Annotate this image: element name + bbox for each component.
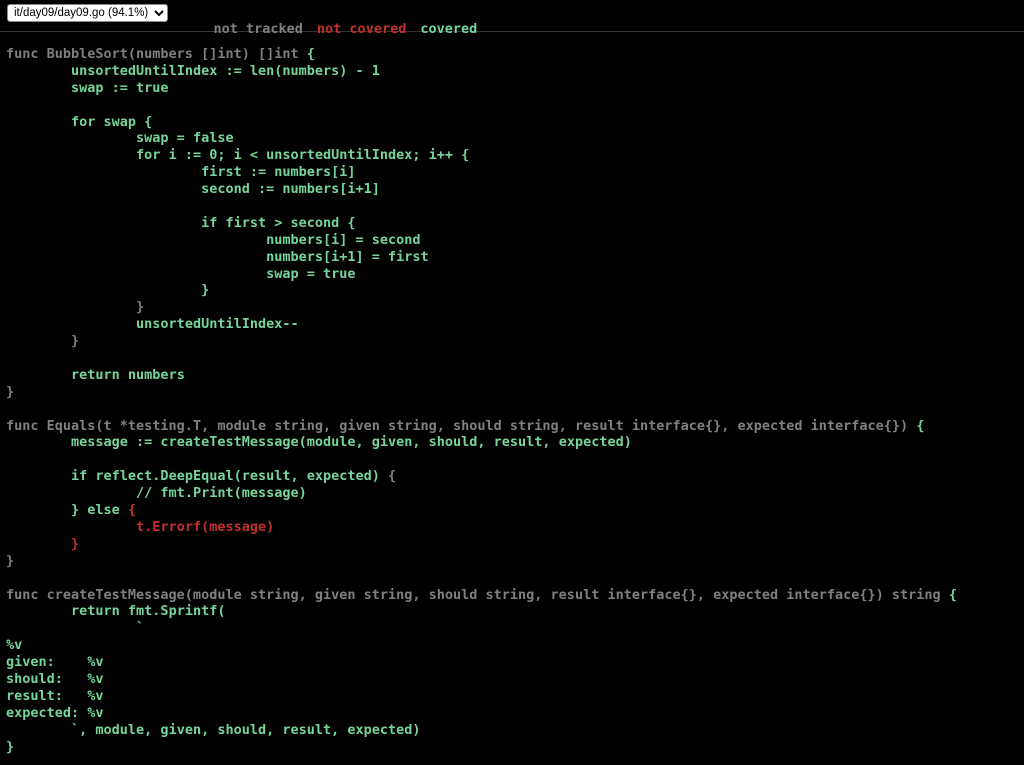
code-line: ​ — [6, 350, 957, 367]
code-segment: if first > second { — [6, 214, 356, 231]
code-segment: swap = false — [6, 130, 234, 147]
code-segment: } — [6, 738, 15, 755]
code-line: return fmt.Sprintf( — [6, 603, 957, 620]
code-segment: ` — [6, 620, 145, 637]
code-line: %v — [6, 637, 957, 654]
code-segment: } — [6, 383, 15, 400]
code-segment: // fmt.Print(message) — [6, 485, 307, 502]
code-segment: numbers[i+1] = first — [6, 248, 429, 265]
code-segment: swap = true — [6, 265, 356, 282]
code-segment: if reflect.DeepEqual(result, expected) — [6, 468, 389, 485]
code-line: numbers[i] = second — [6, 232, 957, 249]
code-line: expected: %v — [6, 705, 957, 722]
code-line: for swap { — [6, 114, 957, 131]
code-segment: t.Errorf(message) — [6, 518, 275, 535]
code-segment: given: %v — [6, 654, 104, 671]
code-segment: } — [6, 552, 15, 569]
code-line: second := numbers[i+1] — [6, 181, 957, 198]
code-segment: numbers[i] = second — [6, 231, 421, 248]
code-segment: } — [6, 282, 210, 299]
code-line: ​ — [6, 198, 957, 215]
code-line: func Equals(t *testing.T, module string,… — [6, 418, 957, 435]
code-line: } — [6, 553, 957, 570]
code-segment: `, module, given, should, result, expect… — [6, 721, 421, 738]
code-segment: } else — [6, 502, 128, 519]
code-line: } — [6, 299, 957, 316]
code-line: if first > second { — [6, 215, 957, 232]
code-line: swap = true — [6, 266, 957, 283]
code-line: t.Errorf(message) — [6, 519, 957, 536]
file-select-dropdown[interactable]: it/day09/day09.go (94.1%) — [7, 4, 168, 22]
code-segment: unsortedUntilIndex-- — [6, 316, 299, 333]
code-line: } else { — [6, 502, 957, 519]
legend-not-covered: not covered — [316, 21, 407, 37]
code-segment: { — [916, 417, 925, 434]
code-segment: func Equals(t *testing.T, module string,… — [6, 417, 917, 434]
code-segment: result: %v — [6, 687, 104, 704]
coverage-toolbar: it/day09/day09.go (94.1%) not tracked not… — [0, 0, 1024, 37]
code-line: `, module, given, should, result, expect… — [6, 722, 957, 739]
code-line: } — [6, 282, 957, 299]
code-line: for i := 0; i < unsortedUntilIndex; i++ … — [6, 147, 957, 164]
code-line: ` — [6, 620, 957, 637]
code-segment: for i := 0; i < unsortedUntilIndex; i++ … — [6, 147, 470, 164]
code-line: ​ — [6, 451, 957, 468]
code-segment: func BubbleSort(numbers []int) []int — [6, 46, 307, 62]
legend-covered: covered — [420, 21, 478, 37]
code-line: swap := true — [6, 80, 957, 97]
code-line: first := numbers[i] — [6, 164, 957, 181]
code-segment: %v — [6, 637, 23, 654]
code-line: unsortedUntilIndex := len(numbers) - 1 — [6, 63, 957, 80]
code-segment: } — [6, 333, 80, 350]
code-line: unsortedUntilIndex-- — [6, 316, 957, 333]
code-line: ​ — [6, 570, 957, 587]
code-segment: { — [948, 586, 957, 603]
code-segment: { — [388, 468, 397, 485]
code-line: if reflect.DeepEqual(result, expected) { — [6, 468, 957, 485]
source-code-view: func BubbleSort(numbers []int) []int { u… — [6, 46, 957, 755]
code-segment: { — [306, 46, 315, 62]
code-line: ​ — [6, 97, 957, 114]
code-line: } — [6, 536, 957, 553]
code-segment: { — [127, 502, 137, 519]
code-line: numbers[i+1] = first — [6, 249, 957, 266]
code-segment: swap := true — [6, 79, 169, 96]
code-line: func createTestMessage(module string, gi… — [6, 587, 957, 604]
code-line: message := createTestMessage(module, giv… — [6, 434, 957, 451]
code-line: return numbers — [6, 367, 957, 384]
code-segment: unsortedUntilIndex := len(numbers) - 1 — [6, 62, 380, 79]
code-segment: for swap { — [6, 113, 153, 130]
code-segment: first := numbers[i] — [6, 164, 356, 181]
code-line: result: %v — [6, 688, 957, 705]
code-segment: should: %v — [6, 670, 104, 687]
code-segment: func createTestMessage(module string, gi… — [6, 586, 949, 603]
code-line: } — [6, 739, 957, 756]
code-segment: expected: %v — [6, 704, 104, 721]
code-line: } — [6, 333, 957, 350]
code-line: given: %v — [6, 654, 957, 671]
code-line: func BubbleSort(numbers []int) []int { — [6, 46, 957, 63]
code-line: // fmt.Print(message) — [6, 485, 957, 502]
legend-not-tracked: not tracked — [213, 21, 303, 37]
code-segment: } — [6, 535, 80, 552]
code-segment: second := numbers[i+1] — [6, 181, 380, 198]
code-segment: } — [6, 299, 145, 316]
code-segment: message := createTestMessage(module, giv… — [6, 434, 632, 451]
code-line: should: %v — [6, 671, 957, 688]
code-line: swap = false — [6, 130, 957, 147]
code-segment: return fmt.Sprintf( — [6, 603, 226, 620]
code-segment: return numbers — [6, 366, 185, 383]
code-line: } — [6, 384, 957, 401]
code-line: ​ — [6, 401, 957, 418]
